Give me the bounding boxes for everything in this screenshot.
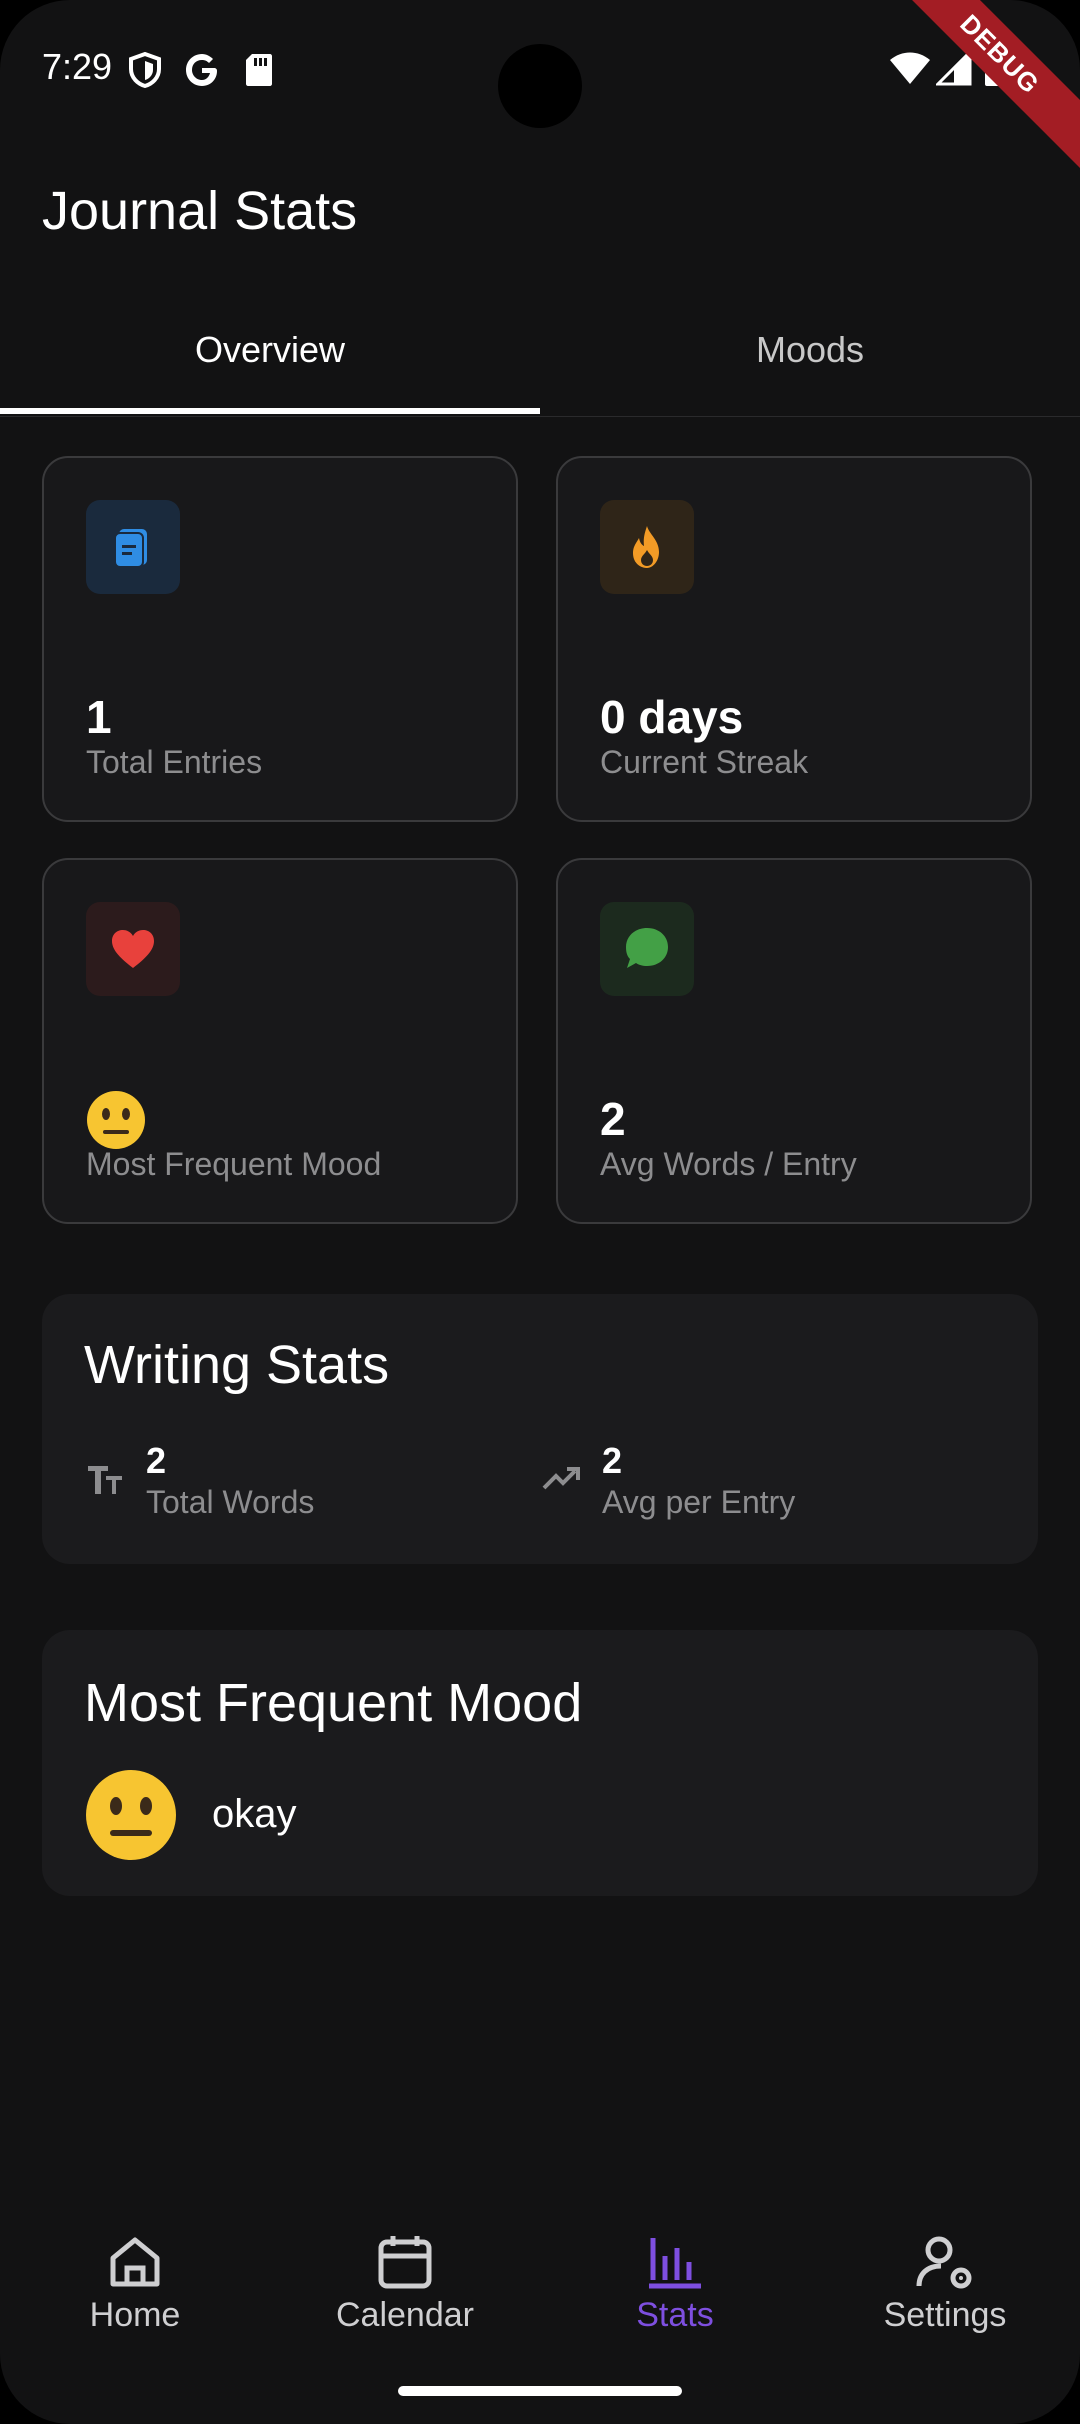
mood-panel-title: Most Frequent Mood	[84, 1673, 583, 1733]
tab-moods[interactable]: Moods	[540, 300, 1080, 412]
fire-icon-container	[600, 500, 694, 594]
chat-bubble-icon-container	[600, 902, 694, 996]
nav-item-calendar[interactable]: Calendar	[270, 2232, 540, 2372]
avg-words-card: 2 Avg Words / Entry	[556, 858, 1032, 1224]
home-icon	[110, 2237, 160, 2287]
current-streak-label: Current Streak	[600, 744, 809, 780]
text-size-icon	[88, 1466, 122, 1494]
wifi-icon	[890, 52, 930, 84]
fire-icon	[633, 526, 659, 568]
tab-indicator	[0, 408, 540, 414]
most-frequent-mood-card: Most Frequent Mood	[42, 858, 518, 1224]
screen: 7:29 DEBUG Journal Stats Overview Moods …	[0, 0, 1080, 2424]
shield-icon	[129, 52, 161, 88]
nav-label-home: Home	[89, 2296, 181, 2334]
tab-overview-label: Overview	[194, 329, 346, 370]
avg-per-entry-value: 2	[602, 1440, 623, 1481]
current-streak-card: 0 days Current Streak	[556, 456, 1032, 822]
google-icon	[186, 54, 217, 86]
neutral-face-emoji-large	[86, 1770, 176, 1860]
nav-item-home[interactable]: Home	[0, 2232, 270, 2372]
front-camera	[498, 44, 582, 128]
total-words-value: 2	[146, 1440, 167, 1481]
current-streak-value: 0 days	[600, 691, 744, 743]
avg-per-entry-label: Avg per Entry	[602, 1484, 796, 1520]
avg-words-value: 2	[600, 1093, 626, 1145]
note-icon-container	[86, 500, 180, 594]
status-bar: 7:29 DEBUG	[0, 0, 1080, 178]
most-frequent-mood-label: Most Frequent Mood	[86, 1146, 382, 1182]
heart-icon	[112, 930, 154, 968]
most-frequent-mood-panel: Most Frequent Mood okay	[42, 1630, 1038, 1896]
total-entries-label: Total Entries	[86, 744, 263, 780]
nav-label-stats: Stats	[636, 2296, 714, 2334]
status-time: 7:29	[42, 46, 113, 87]
settings-person-icon	[916, 2236, 972, 2289]
tab-bar: Overview Moods	[0, 300, 1080, 417]
tab-moods-label: Moods	[755, 329, 865, 370]
chat-bubble-icon	[626, 928, 668, 968]
home-indicator[interactable]	[398, 2386, 682, 2396]
total-entries-card: 1 Total Entries	[42, 456, 518, 822]
calendar-icon	[378, 2236, 432, 2289]
debug-banner: DEBUG	[876, 0, 1080, 178]
heart-icon-container	[86, 902, 180, 996]
nav-item-stats[interactable]: Stats	[540, 2232, 810, 2372]
page-title: Journal Stats	[42, 181, 358, 241]
nav-item-settings[interactable]: Settings	[810, 2232, 1080, 2372]
neutral-face-emoji	[87, 1091, 145, 1149]
trending-up-icon	[542, 1467, 580, 1490]
nav-label-settings: Settings	[883, 2296, 1007, 2334]
total-words-label: Total Words	[146, 1484, 315, 1520]
writing-stats-title: Writing Stats	[84, 1335, 390, 1395]
mood-name: okay	[212, 1792, 297, 1836]
sd-card-icon	[246, 54, 272, 86]
bar-chart-icon	[649, 2238, 701, 2289]
note-icon	[114, 529, 147, 568]
tab-overview[interactable]: Overview	[0, 300, 540, 414]
total-entries-value: 1	[86, 691, 112, 743]
nav-label-calendar: Calendar	[336, 2296, 474, 2334]
avg-words-label: Avg Words / Entry	[600, 1146, 857, 1182]
writing-stats-panel: Writing Stats 2 Total Words 2 Avg per En…	[42, 1294, 1038, 1564]
